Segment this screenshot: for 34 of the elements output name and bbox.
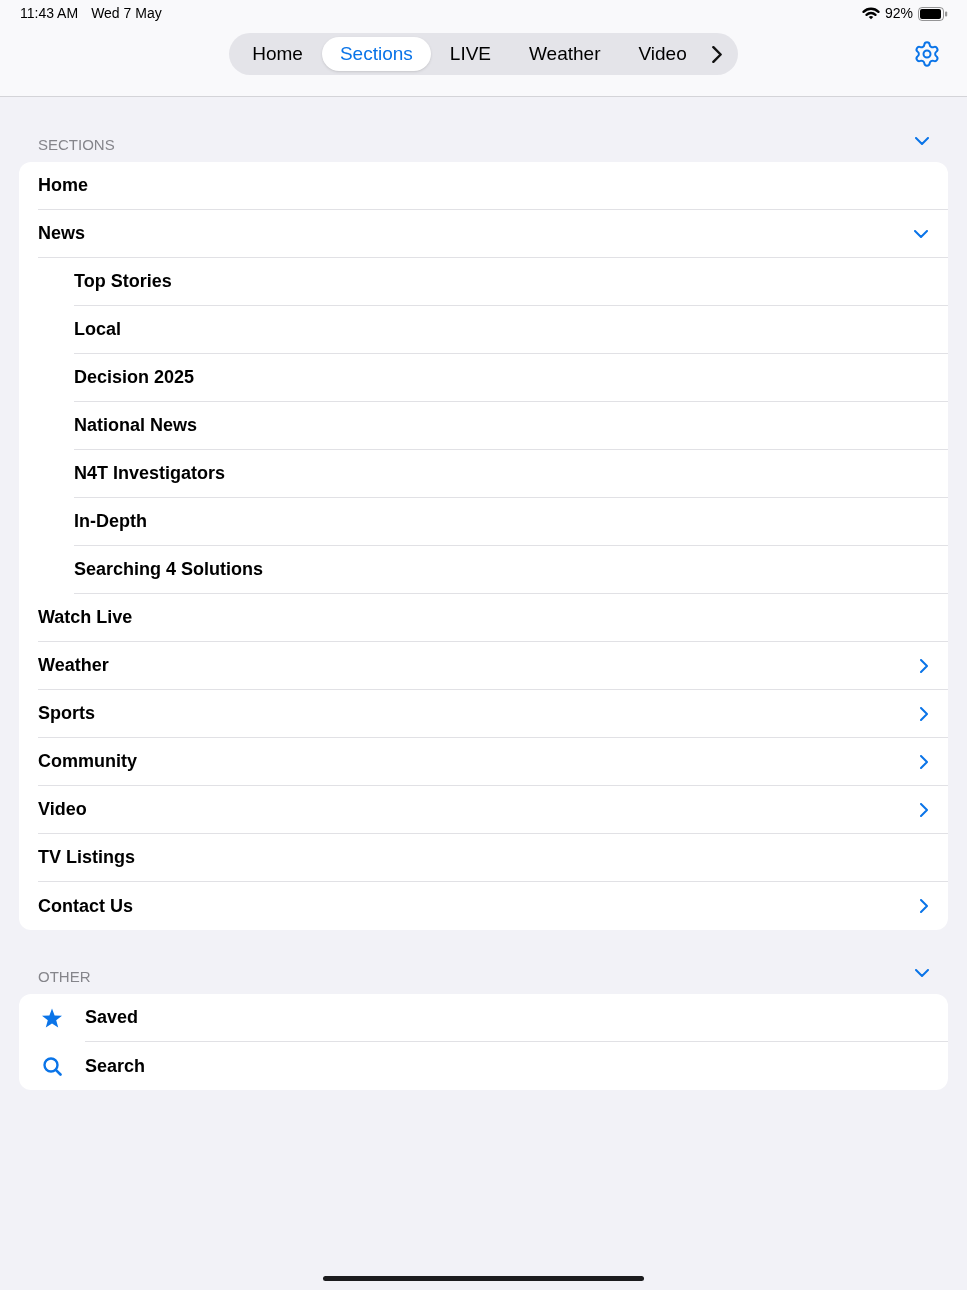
battery-icon	[918, 6, 948, 21]
wifi-icon	[861, 7, 880, 20]
section-row[interactable]: Top Stories	[19, 258, 948, 306]
section-row[interactable]: Video	[19, 786, 948, 834]
more-tabs-chevron-icon[interactable]	[711, 45, 722, 63]
nav-tab[interactable]: Weather	[510, 37, 620, 71]
section-header: SECTIONS	[38, 136, 115, 154]
section-row[interactable]: Decision 2025	[19, 354, 948, 402]
section-row[interactable]: Local	[19, 306, 948, 354]
section-row[interactable]: In-Depth	[19, 498, 948, 546]
battery-percent: 92%	[884, 4, 913, 23]
shortcut-row[interactable]: Saved	[19, 994, 948, 1042]
section-row[interactable]: Home	[19, 162, 948, 210]
search-icon	[42, 1056, 62, 1076]
nav-tab[interactable]: Sections	[321, 37, 431, 71]
settings-icon[interactable]	[913, 40, 941, 68]
shortcut-row[interactable]: Search	[19, 1042, 948, 1090]
section-row[interactable]: Sports	[19, 690, 948, 738]
star-icon	[41, 1007, 63, 1029]
section-row[interactable]: Searching 4 Solutions	[19, 546, 948, 594]
section-row[interactable]: National News	[19, 402, 948, 450]
status-time: 11:43 AM	[20, 4, 79, 23]
section-row[interactable]: TV Listings	[19, 834, 948, 882]
section-row[interactable]: Weather	[19, 642, 948, 690]
nav-tab[interactable]: LIVE	[430, 37, 510, 71]
nav-tab[interactable]: Home	[233, 37, 322, 71]
section-row[interactable]: Community	[19, 738, 948, 786]
section-row[interactable]: News	[19, 210, 948, 258]
section-row[interactable]: Contact Us	[19, 882, 948, 930]
section-row[interactable]: Watch Live	[19, 594, 948, 642]
nav-tab[interactable]: Video	[619, 37, 706, 71]
section-row[interactable]: N4T Investigators	[19, 450, 948, 498]
section-header: OTHER	[38, 968, 91, 986]
status-date: Wed 7 May	[91, 4, 162, 23]
